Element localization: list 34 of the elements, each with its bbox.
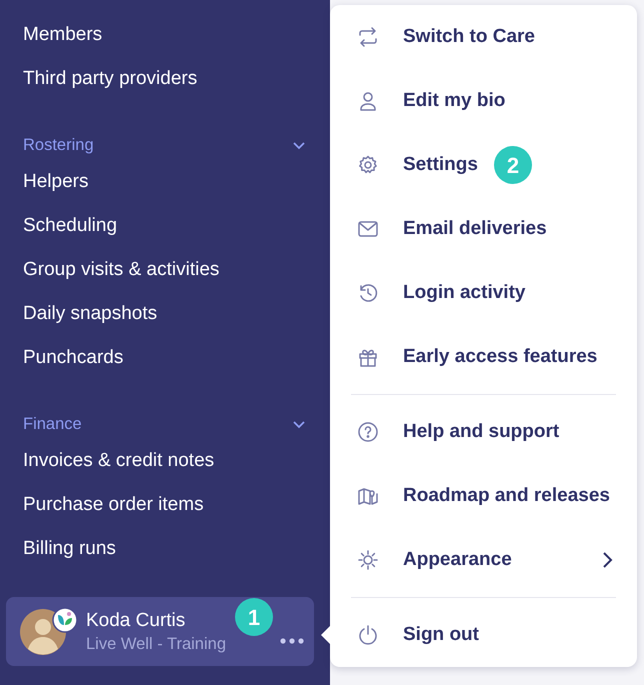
- step-marker: 2: [494, 146, 532, 184]
- step-marker: 1: [235, 598, 273, 636]
- section-heading: Finance: [23, 414, 82, 435]
- user-name: Koda Curtis: [86, 608, 186, 632]
- menu-item[interactable]: Edit my bio: [330, 69, 637, 133]
- more-icon[interactable]: [280, 638, 304, 644]
- menu-item[interactable]: Login activity: [330, 261, 637, 325]
- sun-icon: [357, 549, 379, 571]
- sidebar-item[interactable]: Third party providers: [6, 57, 314, 101]
- organisation-name: Live Well - Training: [86, 634, 226, 654]
- sidebar-item[interactable]: Group visits & activities: [6, 248, 314, 292]
- menu-item[interactable]: Switch to Care: [330, 5, 637, 69]
- sidebar-item[interactable]: Invoices & credit notes: [6, 439, 314, 483]
- menu-item[interactable]: Appearance: [330, 528, 637, 592]
- sidebar-item[interactable]: Scheduling: [6, 204, 314, 248]
- help-icon: [357, 421, 379, 443]
- sidebar-item[interactable]: Members: [6, 13, 314, 57]
- power-icon: [357, 624, 379, 646]
- menu-item[interactable]: Settings 2: [330, 133, 637, 197]
- user-card[interactable]: Koda Curtis Live Well - Training 1: [6, 597, 314, 666]
- switch-icon: [357, 26, 379, 48]
- menu-item[interactable]: Sign out: [330, 603, 637, 667]
- menu-item[interactable]: Roadmap and releases: [330, 464, 637, 528]
- sidebar-item[interactable]: Billing runs: [6, 527, 314, 571]
- menu-item[interactable]: Email deliveries: [330, 197, 637, 261]
- section-heading: Rostering: [23, 134, 94, 156]
- leaf-logo-icon: [52, 606, 78, 632]
- sidebar-item[interactable]: Daily snapshots: [6, 292, 314, 336]
- settings-icon: [357, 154, 379, 176]
- menu-item[interactable]: Early access features: [330, 325, 637, 389]
- sidebar-item[interactable]: Helpers: [6, 160, 314, 204]
- menu-item[interactable]: Help and support: [330, 400, 637, 464]
- sidebar-item[interactable]: Punchcards: [6, 336, 314, 380]
- sidebar-item[interactable]: Purchase order items: [6, 483, 314, 527]
